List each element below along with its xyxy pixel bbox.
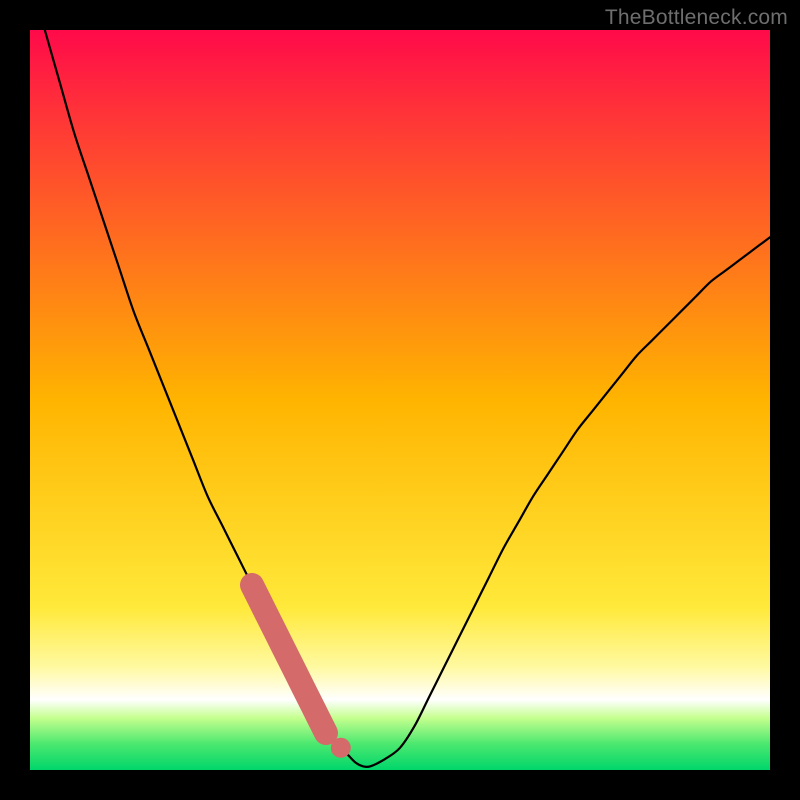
- chart-frame: TheBottleneck.com: [0, 0, 800, 800]
- watermark-text: TheBottleneck.com: [605, 6, 788, 30]
- bottleneck-chart: [30, 30, 770, 770]
- highlight-dot: [331, 738, 351, 758]
- gradient-background: [30, 30, 770, 770]
